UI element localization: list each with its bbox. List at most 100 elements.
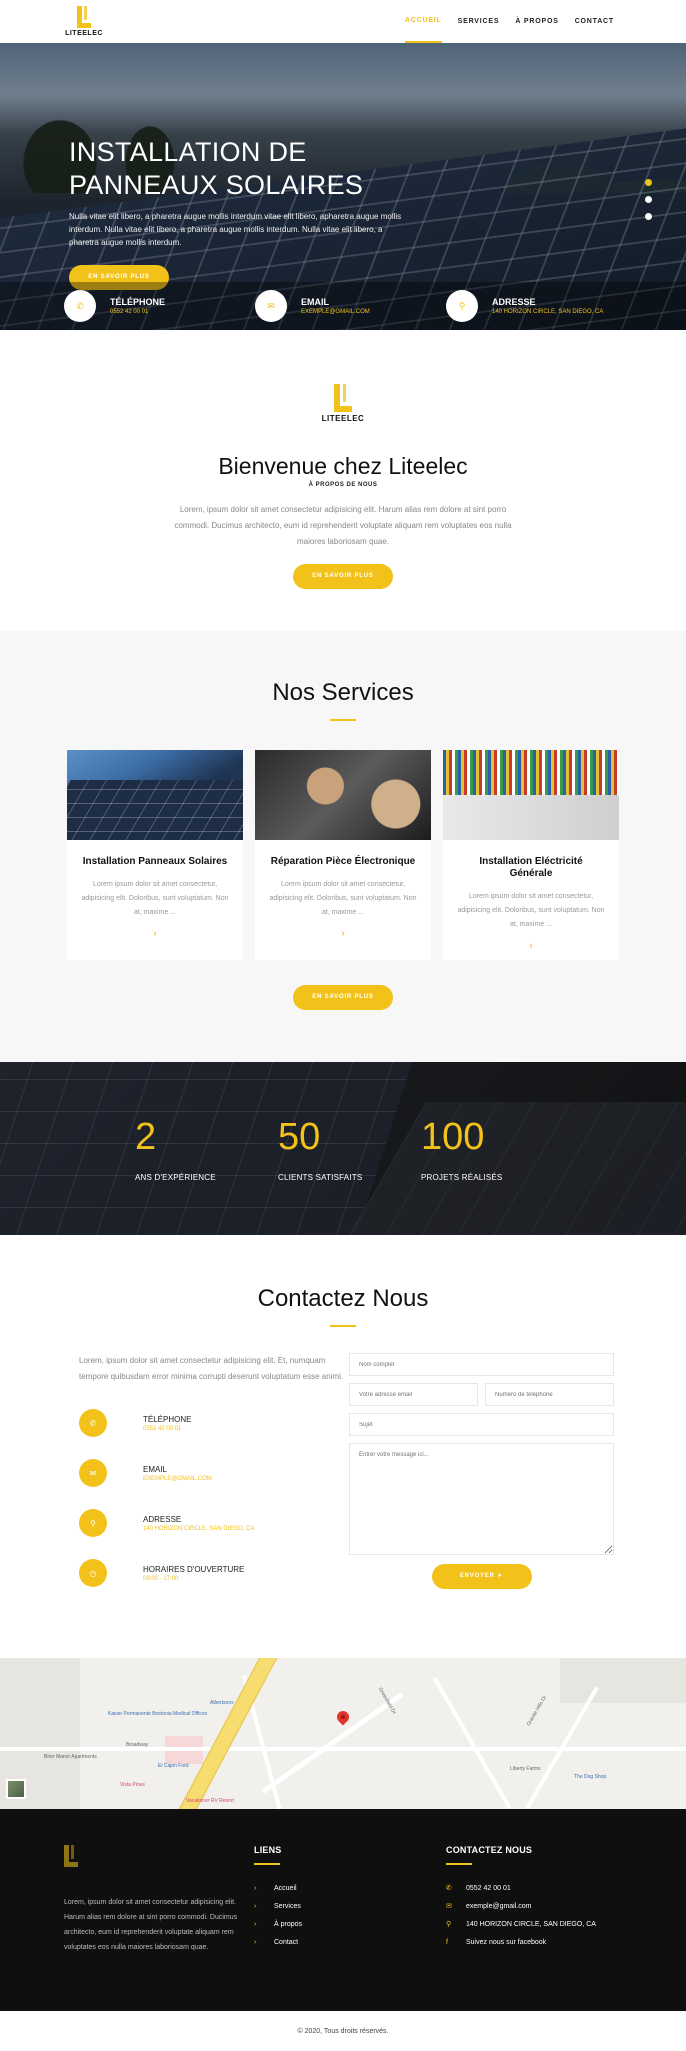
contact-phone: ✆ TÉLÉPHONE 0552 42 00 01 <box>79 1409 349 1437</box>
footer-contact-address: ⚲ 140 HORIZON CIRCLE, SAN DIEGO, CA <box>446 1920 596 1929</box>
about-section: LITEELEC Bienvenue chez Liteelec À PROPO… <box>0 330 686 631</box>
logo-mark-icon <box>334 384 352 412</box>
contact-address: ⚲ ADRESSE 140 HORIZON CIRCLE, SAN DIEGO,… <box>79 1509 349 1537</box>
stat-experience: 2 ANS D'EXPÉRIENCE <box>135 1116 216 1182</box>
title-underline <box>330 719 356 721</box>
logo[interactable]: LITEELEC <box>64 6 104 37</box>
chevron-right-icon[interactable]: › <box>67 928 243 938</box>
slider-dot-2[interactable] <box>645 196 652 203</box>
service-card[interactable]: Réparation Pièce Électronique Lorem ipsu… <box>255 750 431 960</box>
phone-field[interactable] <box>485 1383 614 1406</box>
page: LITEELEC ACCUEIL SERVICES À PROPOS CONTA… <box>0 0 686 2051</box>
service-card[interactable]: Installation Eléctricité Générale Lorem … <box>443 750 619 960</box>
location-map[interactable]: Kaiser Permanente Bostonia Medical Offic… <box>0 1658 686 1809</box>
services-title: Nos Services <box>272 679 414 706</box>
location-icon: ⚲ <box>446 1921 452 1928</box>
service-image-solar <box>67 750 243 840</box>
phone-icon: ✆ <box>446 1885 452 1892</box>
name-field[interactable] <box>349 1353 614 1376</box>
logo-text: LITEELEC <box>65 30 103 37</box>
footer-contact-facebook[interactable]: f Suivez nous sur facebook <box>446 1933 596 1951</box>
footer-logo <box>64 1845 104 1867</box>
service-image-electrical <box>443 750 619 840</box>
highway-road <box>166 1658 280 1809</box>
hero-content: INSTALLATION DE PANNEAUX SOLAIRES Nulla … <box>69 136 409 290</box>
slider-dots <box>645 179 652 220</box>
about-logo: LITEELEC <box>318 384 368 423</box>
map-pin-icon[interactable] <box>334 1708 352 1726</box>
hero-title: INSTALLATION DE PANNEAUX SOLAIRES <box>69 137 364 200</box>
subject-field[interactable] <box>349 1413 614 1436</box>
info-address: ⚲ ADRESSE 140 HORIZON CIRCLE, SAN DIEGO,… <box>446 290 637 322</box>
service-image-electronics <box>255 750 431 840</box>
message-field[interactable] <box>349 1443 614 1555</box>
stat-projects: 100 PROJETS RÉALISÉS <box>421 1116 503 1182</box>
hero-info-bar: ✆ TÉLÉPHONE 0552 42 00 01 ✉ EMAIL EXEMPL… <box>0 282 686 330</box>
slider-dot-1[interactable] <box>645 179 652 186</box>
contact-form: ENVOYER ➤ <box>349 1353 614 1589</box>
services-learn-more-button[interactable]: EN SAVOIR PLUS <box>293 985 393 1010</box>
service-card-text: Lorem ipsum dolor sit amet consectetur, … <box>457 893 605 928</box>
logo-mark-icon <box>64 1845 78 1867</box>
footer-links: LIENS › Accueil › Services › À propos › Cont… <box>254 1845 302 1951</box>
hero-slider: INSTALLATION DE PANNEAUX SOLAIRES Nulla … <box>0 43 686 330</box>
about-subtitle: À PROPOS DE NOUS <box>308 482 378 488</box>
contact-text: Lorem, ipsum dolor sit amet consectetur … <box>79 1356 344 1381</box>
info-phone: ✆ TÉLÉPHONE 0552 42 00 01 <box>64 290 255 322</box>
footer-contact-email[interactable]: ✉ exemple@gmail.com <box>446 1897 596 1915</box>
clock-icon: ◷ <box>79 1559 107 1587</box>
stat-clients: 50 CLIENTS SATISFAITS <box>278 1116 363 1182</box>
facebook-icon: f <box>446 1938 448 1946</box>
contact-email: ✉ EMAIL EXEMPLE@GMAIL.COM <box>79 1459 349 1487</box>
service-card-title: Installation Eléctricité Générale <box>479 856 583 879</box>
about-text: Lorem, ipsum dolor sit amet consectetur … <box>174 505 512 546</box>
chevron-right-icon: › <box>254 1920 257 1928</box>
email-icon: ✉ <box>255 290 287 322</box>
title-underline <box>330 1325 356 1327</box>
chevron-right-icon[interactable]: › <box>255 928 431 938</box>
stats-row: 2 ANS D'EXPÉRIENCE 50 CLIENTS SATISFAITS… <box>135 1117 564 1182</box>
footer-contact: CONTACTEZ NOUS ✆ 0552 42 00 01 ✉ exemple@g… <box>446 1845 596 1951</box>
email-field[interactable] <box>349 1383 478 1406</box>
footer-about-text: Lorem, ipsum dolor sit amet consectetur … <box>64 1899 238 1951</box>
service-card-text: Lorem ipsum dolor sit amet consectetur, … <box>81 881 229 916</box>
site-footer: Lorem, ipsum dolor sit amet consectetur … <box>0 1809 686 2011</box>
phone-icon: ✆ <box>64 290 96 322</box>
email-icon: ✉ <box>79 1459 107 1487</box>
nav-item-contact[interactable]: CONTACT <box>575 0 614 43</box>
nav-item-services[interactable]: SERVICES <box>458 0 500 43</box>
footer-contact-phone: ✆ 0552 42 00 01 <box>446 1884 511 1893</box>
service-card[interactable]: Installation Panneaux Solaires Lorem ips… <box>67 750 243 960</box>
footer-link-accueil[interactable]: › Accueil <box>254 1879 302 1897</box>
chevron-right-icon: › <box>254 1938 257 1946</box>
services-section: Nos Services Installation Panneaux Solai… <box>0 631 686 1062</box>
hero-text: Nulla vitae elit libero, a pharetra augu… <box>69 212 402 247</box>
stats-section: 2 ANS D'EXPÉRIENCE 50 CLIENTS SATISFAITS… <box>0 1062 686 1235</box>
chevron-right-icon[interactable]: › <box>443 940 619 950</box>
footer-link-services[interactable]: › Services <box>254 1897 302 1915</box>
about-learn-more-button[interactable]: EN SAVOIR PLUS <box>293 564 393 589</box>
phone-icon: ✆ <box>79 1409 107 1437</box>
site-header: LITEELEC ACCUEIL SERVICES À PROPOS CONTA… <box>0 0 686 43</box>
service-card-title: Installation Panneaux Solaires <box>82 856 228 867</box>
slider-dot-3[interactable] <box>645 213 652 220</box>
send-button[interactable]: ENVOYER ➤ <box>431 1564 532 1589</box>
service-cards: Installation Panneaux Solaires Lorem ips… <box>0 750 686 960</box>
email-icon: ✉ <box>446 1903 452 1910</box>
logo-mark-icon <box>77 6 91 28</box>
chevron-right-icon: › <box>254 1884 257 1892</box>
contact-section: Contactez Nous Lorem, ipsum dolor sit am… <box>0 1235 686 1658</box>
location-icon: ⚲ <box>79 1509 107 1537</box>
nav-item-accueil[interactable]: ACCUEIL <box>404 0 442 43</box>
location-icon: ⚲ <box>446 290 478 322</box>
footer-link-a-propos[interactable]: › À propos <box>254 1915 302 1933</box>
info-email: ✉ EMAIL EXEMPLE@GMAIL.COM <box>255 290 446 322</box>
chevron-right-icon: › <box>254 1902 257 1910</box>
footer-link-contact[interactable]: › Contact <box>254 1933 302 1951</box>
contact-info: Lorem, ipsum dolor sit amet consectetur … <box>79 1353 349 1589</box>
map-layer-thumbnail[interactable] <box>6 1779 26 1799</box>
about-title: Bienvenue chez Liteelec <box>218 453 468 479</box>
service-card-text: Lorem ipsum dolor sit amet consectetur, … <box>269 881 417 916</box>
nav-item-a-propos[interactable]: À PROPOS <box>515 0 558 43</box>
copyright: © 2020, Tous droits réservés. <box>0 2011 686 2051</box>
